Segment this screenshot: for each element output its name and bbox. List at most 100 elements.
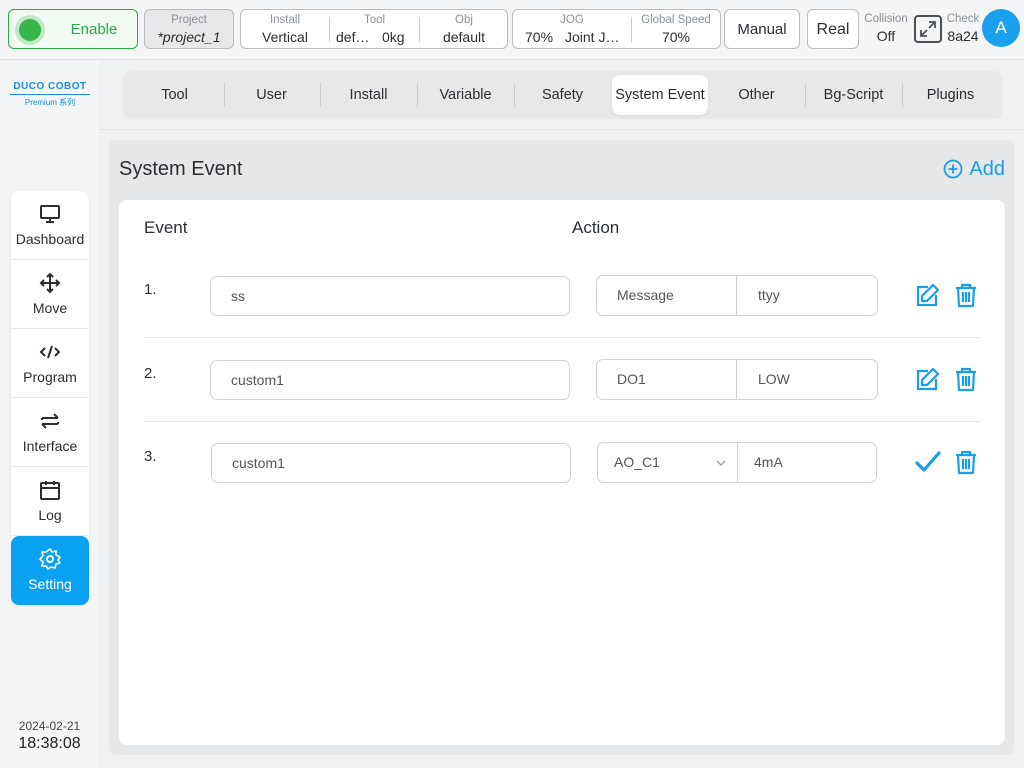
row-number: 3. — [144, 448, 157, 465]
install-segment[interactable]: Install Vertical — [241, 10, 329, 48]
settings-tabs: Tool User Install Variable Safety System… — [123, 71, 1002, 119]
plus-circle-icon — [944, 159, 963, 179]
row-number: 1. — [144, 281, 157, 298]
edit-icon[interactable] — [915, 366, 941, 392]
nav-item-setting[interactable]: Setting — [11, 536, 89, 605]
nav-label: Log — [38, 507, 62, 523]
tab-install[interactable]: Install — [321, 75, 416, 115]
action-type-selected: AO_C1 — [614, 454, 660, 470]
code-icon — [39, 345, 61, 359]
real-mode-button[interactable]: Real — [807, 9, 859, 49]
event-row: 1. ss Message ttyy — [144, 254, 980, 338]
manual-mode-button[interactable]: Manual — [724, 9, 800, 49]
top-bar: Enable Project *project_1 Install Vertic… — [0, 0, 1024, 60]
logo: DUCO COBOT Premium 系列 — [10, 81, 90, 108]
check-icon[interactable] — [915, 449, 941, 475]
enable-status-dot — [19, 19, 41, 41]
logo-text: DUCO COBOT — [10, 81, 90, 95]
move-arrows-icon — [39, 272, 61, 294]
manual-label: Manual — [737, 21, 787, 38]
action-type[interactable]: DO1 — [597, 360, 737, 399]
enable-label: Enable — [70, 21, 118, 38]
tool-load: 0kg — [382, 29, 405, 45]
enable-button[interactable]: Enable — [8, 9, 138, 49]
nav-label: Program — [23, 369, 77, 385]
nav-item-dashboard[interactable]: Dashboard — [11, 191, 89, 260]
logo-subtitle: Premium 系列 — [24, 98, 76, 107]
main-nav: Dashboard Move Program Interface Log Set… — [11, 191, 89, 605]
system-event-panel: System Event Add Event Action 1. ss Mess… — [109, 140, 1014, 755]
collision-caption: Collision — [864, 13, 908, 25]
global-speed-value: 70% — [661, 29, 691, 45]
tool-caption: Tool — [363, 14, 386, 26]
action-type-select[interactable]: AO_C1 — [598, 443, 738, 482]
action-field[interactable]: DO1 LOW — [596, 359, 878, 400]
install-caption: Install — [269, 14, 301, 26]
jog-mode: Joint J… — [565, 29, 620, 45]
action-value[interactable]: LOW — [738, 360, 790, 399]
current-time: 18:38:08 — [18, 735, 81, 752]
jog-speed-panel[interactable]: JOG 70% Joint J… Global Speed 70% — [512, 9, 721, 49]
project-caption: Project — [171, 14, 207, 26]
check-value: 8a24 — [947, 28, 979, 44]
nav-label: Dashboard — [15, 231, 85, 247]
trash-icon[interactable] — [953, 282, 979, 308]
tab-system-event[interactable]: System Event — [612, 75, 708, 115]
check-caption: Check — [946, 13, 980, 25]
row-number: 2. — [144, 365, 157, 382]
calendar-icon — [40, 481, 60, 500]
action-type[interactable]: Message — [597, 276, 737, 315]
tab-plugins[interactable]: Plugins — [903, 75, 998, 115]
clock: 2024-02-21 18:38:08 — [0, 719, 99, 753]
tab-bg-script[interactable]: Bg-Script — [806, 75, 901, 115]
nav-item-interface[interactable]: Interface — [11, 398, 89, 467]
jog-caption: JOG — [560, 14, 584, 26]
install-tool-obj-panel[interactable]: Install Vertical Tool def… 0kg Obj defau… — [240, 9, 508, 49]
column-header-event: Event — [144, 218, 188, 237]
tab-user[interactable]: User — [224, 75, 319, 115]
jog-segment[interactable]: JOG 70% Joint J… — [513, 10, 631, 48]
event-name-field[interactable]: custom1 — [211, 443, 571, 483]
edit-icon[interactable] — [915, 282, 941, 308]
trash-icon[interactable] — [953, 449, 979, 475]
obj-segment[interactable]: Obj default — [420, 10, 508, 48]
panel-title: System Event — [119, 158, 243, 180]
expand-icon[interactable] — [914, 15, 942, 43]
nav-item-move[interactable]: Move — [11, 260, 89, 329]
project-selector[interactable]: Project *project_1 — [144, 9, 234, 49]
add-label: Add — [969, 157, 1005, 180]
action-value-input[interactable]: 4mA — [739, 443, 783, 482]
tab-tool[interactable]: Tool — [127, 75, 222, 115]
monitor-icon — [40, 205, 60, 223]
obj-caption: Obj — [455, 14, 473, 26]
chevron-down-icon — [716, 460, 726, 466]
nav-item-log[interactable]: Log — [11, 467, 89, 536]
tab-variable[interactable]: Variable — [418, 75, 513, 115]
column-header-action: Action — [572, 218, 620, 237]
obj-value: default — [442, 29, 486, 45]
event-row: 3. custom1 AO_C1 4mA — [144, 421, 980, 505]
add-event-button[interactable]: Add — [943, 157, 1005, 181]
nav-item-program[interactable]: Program — [11, 329, 89, 398]
global-speed-segment[interactable]: Global Speed 70% — [632, 10, 720, 48]
install-value: Vertical — [262, 29, 308, 45]
tool-name: def… — [336, 29, 370, 45]
event-list-card: Event Action 1. ss Message ttyy 2. custo… — [119, 200, 1005, 745]
current-date: 2024-02-21 — [18, 719, 81, 733]
tool-segment[interactable]: Tool def… 0kg — [330, 10, 419, 48]
user-avatar[interactable]: A — [982, 9, 1020, 47]
nav-label: Move — [32, 300, 68, 316]
tab-other[interactable]: Other — [709, 75, 804, 115]
action-field[interactable]: AO_C1 4mA — [597, 442, 877, 483]
trash-icon[interactable] — [953, 366, 979, 392]
action-value[interactable]: ttyy — [738, 276, 780, 315]
event-name-field[interactable]: ss — [210, 276, 570, 316]
action-field[interactable]: Message ttyy — [596, 275, 878, 316]
expand-arrows-icon — [920, 21, 936, 37]
collision-value: Off — [876, 28, 896, 44]
divider — [99, 129, 1024, 130]
sidebar: DUCO COBOT Premium 系列 Dashboard Move Pro… — [0, 61, 99, 768]
tab-safety[interactable]: Safety — [515, 75, 610, 115]
event-name-field[interactable]: custom1 — [210, 360, 570, 400]
swap-arrows-icon — [41, 413, 59, 429]
